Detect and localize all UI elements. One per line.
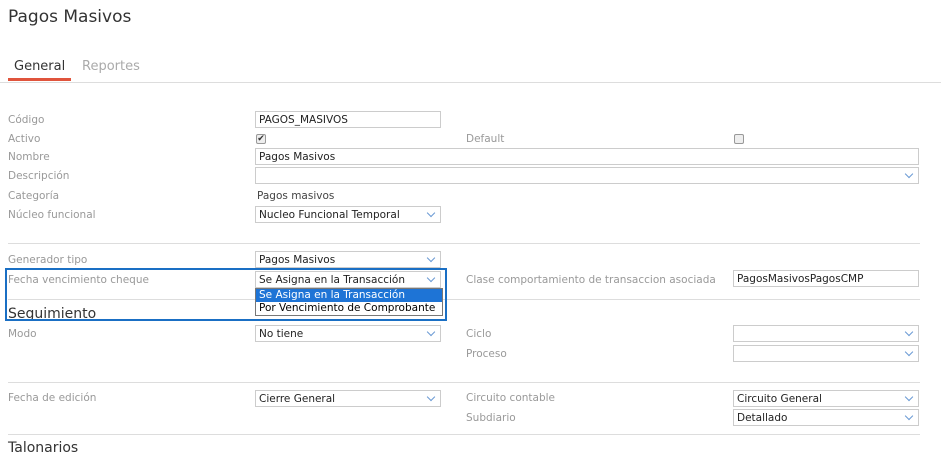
divider <box>8 243 920 244</box>
activo-checkbox[interactable]: ✔ <box>256 134 266 144</box>
generador-label: Generador tipo <box>8 254 88 266</box>
codigo-input[interactable]: PAGOS_MASIVOS <box>255 111 441 128</box>
nucleo-select[interactable]: Nucleo Funcional Temporal <box>255 206 441 223</box>
proceso-select[interactable] <box>733 345 919 362</box>
clase-label: Clase comportamiento de transaccion asoc… <box>466 274 716 286</box>
divider <box>8 382 920 383</box>
descripcion-label: Descripción <box>8 170 70 182</box>
divider <box>0 82 941 83</box>
modo-select[interactable]: No tiene <box>255 325 441 342</box>
subdiario-label: Subdiario <box>466 412 516 424</box>
fecha-edicion-select[interactable]: Cierre General <box>255 390 441 407</box>
fecha-edicion-label: Fecha de edición <box>8 392 97 404</box>
codigo-label: Código <box>8 114 45 126</box>
nombre-input[interactable]: Pagos Masivos <box>255 148 919 165</box>
categoria-label: Categoría <box>8 190 60 202</box>
circuito-label: Circuito contable <box>466 392 556 404</box>
activo-label: Activo <box>8 133 41 145</box>
nombre-label: Nombre <box>8 151 50 163</box>
subdiario-select[interactable]: Detallado <box>733 409 919 426</box>
categoria-value: Pagos masivos <box>257 190 335 202</box>
nucleo-label: Núcleo funcional <box>8 209 96 221</box>
tab-reportes[interactable]: Reportes <box>82 59 140 74</box>
circuito-select[interactable]: Circuito General <box>733 390 919 407</box>
divider <box>8 434 920 435</box>
descripcion-select[interactable] <box>255 167 919 184</box>
ciclo-label: Ciclo <box>466 328 492 340</box>
page-title: Pagos Masivos <box>8 7 132 27</box>
modo-label: Modo <box>8 328 37 340</box>
clase-input[interactable]: PagosMasivosPagosCMP <box>733 270 919 287</box>
tab-general[interactable]: General <box>8 59 72 81</box>
default-label: Default <box>466 133 505 145</box>
default-checkbox[interactable] <box>734 134 744 144</box>
proceso-label: Proceso <box>466 348 507 360</box>
ciclo-select[interactable] <box>733 325 919 342</box>
generador-select[interactable]: Pagos Masivos <box>255 251 441 268</box>
highlight-box <box>5 268 447 321</box>
